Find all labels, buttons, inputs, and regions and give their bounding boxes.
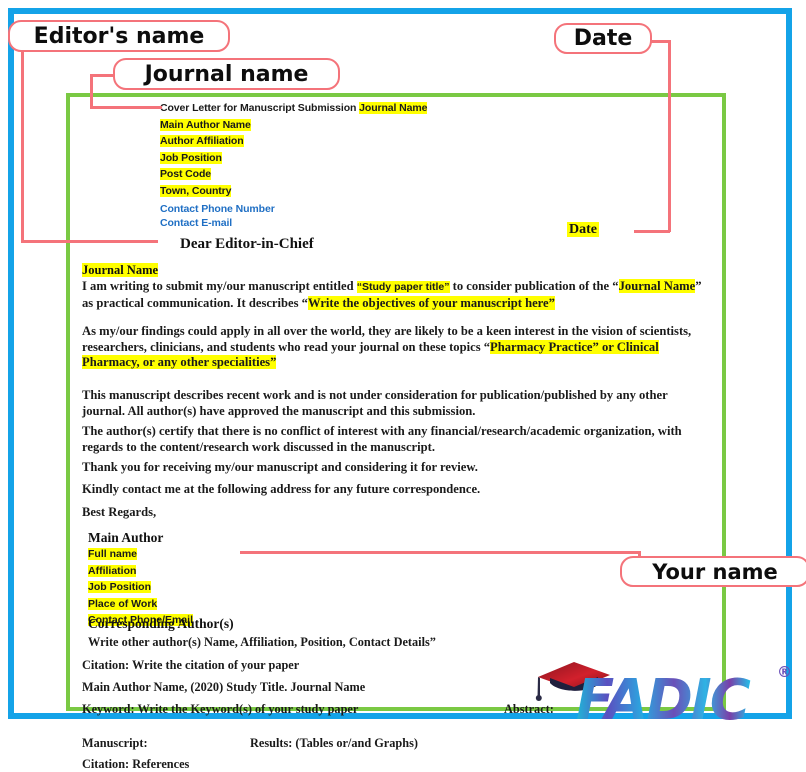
header-line-text: Town, Country — [160, 184, 232, 197]
connector-date-bottom-horizontal — [634, 230, 670, 233]
paragraph-2: As my/our findings could apply in all ov… — [82, 324, 714, 371]
signature-item-affiliation: Affiliation — [88, 563, 193, 580]
header-line-main-author: Main Author Name — [160, 117, 427, 134]
header-line-text: Main Author Name — [160, 118, 251, 131]
header-line-text: Contact E-mail — [160, 217, 233, 229]
connector-journal-name-vertical — [90, 74, 93, 108]
paragraph-6-text: Kindly contact me at the following addre… — [82, 482, 481, 496]
signature-item-text: Affiliation — [88, 564, 137, 577]
footer-manuscript-row: Manuscript: Results: (Tables or/and Grap… — [82, 736, 418, 752]
header-line-email: Contact E-mail — [160, 216, 427, 230]
journal-name-line: Journal Name — [82, 261, 159, 279]
para1-part2: to consider publication of the “ — [449, 279, 619, 293]
header-line-town-country: Town, Country — [160, 183, 427, 200]
connector-your-name-horizontal — [240, 551, 640, 554]
footer-citation-label: Citation: Write the citation of your pap… — [82, 658, 300, 672]
paragraph-3-text: This manuscript describes recent work an… — [82, 388, 668, 418]
footer-keyword-row: Keyword: Write the Keyword(s) of your st… — [82, 702, 554, 718]
header-line-text: Contact Phone Number — [160, 203, 275, 215]
corresponding-authors-block: Corresponding Author(s) Write other auth… — [88, 616, 436, 650]
signature-block: Main Author Full name Affiliation Job Po… — [88, 530, 194, 629]
signature-item-text: Full name — [88, 548, 138, 560]
paragraph-3: This manuscript describes recent work an… — [82, 388, 712, 419]
header-line-post-code: Post Code — [160, 166, 427, 183]
cover-letter-title-line: Cover Letter for Manuscript Submission J… — [160, 100, 427, 117]
callout-editors-name-label: Editor's name — [33, 23, 205, 49]
callout-date-label: Date — [573, 26, 633, 51]
callout-editors-name[interactable]: Editor's name — [8, 20, 230, 52]
salutation: Dear Editor-in-Chief — [180, 236, 314, 252]
connector-date-vertical — [668, 40, 671, 232]
signature-item-text: Place of Work — [88, 597, 158, 610]
para1-objectives-placeholder: Write the objectives of your manuscript … — [307, 295, 555, 310]
header-line-affiliation: Author Affiliation — [160, 133, 427, 150]
date-field-text: Date — [567, 222, 599, 237]
signature-item-job-position: Job Position — [88, 579, 193, 596]
footer-manuscript-label: Manuscript: — [82, 736, 148, 750]
footer-keyword: Keyword: Write the Keyword(s) of your st… — [82, 702, 359, 716]
footer-results-label: Results: (Tables or/and Graphs) — [250, 736, 418, 750]
para1-part1: I am writing to submit my/our manuscript… — [82, 279, 357, 293]
paragraph-5: Thank you for receiving my/our manuscrip… — [82, 460, 702, 476]
paragraph-7-text: Best Regards, — [82, 505, 157, 519]
signature-item-full-name: Full name — [88, 546, 193, 563]
registered-trademark-icon: ® — [777, 663, 792, 681]
cover-letter-title: Cover Letter for Manuscript Submission — [160, 102, 360, 114]
cover-letter-document: Cover Letter for Manuscript Submission J… — [82, 96, 722, 771]
callout-date[interactable]: Date — [554, 23, 652, 54]
paragraph-4: The author(s) certify that there is no c… — [82, 424, 690, 455]
callout-your-name-label: Your name — [652, 559, 778, 584]
connector-editors-name-horizontal — [21, 240, 158, 243]
header-line-text: Post Code — [160, 168, 212, 180]
paragraph-7: Best Regards, — [82, 505, 702, 521]
callout-journal-name[interactable]: Journal name — [113, 58, 340, 90]
para1-journal-name-placeholder: Journal Name — [618, 279, 696, 293]
corresponding-authors-heading: Corresponding Author(s) — [88, 616, 234, 631]
header-line-text: Author Affiliation — [160, 135, 244, 147]
header-line-text: Job Position — [160, 151, 222, 164]
connector-journal-name-bottom — [90, 106, 162, 109]
footer-citation-example: Main Author Name, (2020) Study Title. Jo… — [82, 680, 366, 694]
callout-your-name[interactable]: Your name — [620, 556, 806, 587]
journal-name-line-text: Journal Name — [82, 263, 159, 277]
callout-journal-name-label: Journal name — [144, 61, 309, 87]
letter-header-block: Cover Letter for Manuscript Submission J… — [160, 100, 427, 230]
fadic-wordmark: FADIC — [576, 668, 751, 727]
paragraph-4-text: The author(s) certify that there is no c… — [82, 424, 682, 454]
para1-study-title-placeholder: “Study paper title” — [356, 281, 450, 293]
paragraph-5-text: Thank you for receiving my/our manuscrip… — [82, 460, 478, 474]
header-line-phone: Contact Phone Number — [160, 202, 427, 216]
signature-item-text: Job Position — [88, 581, 151, 593]
header-journal-name: Journal Name — [359, 102, 428, 114]
signature-heading: Main Author — [88, 530, 164, 545]
corresponding-authors-note: Write other author(s) Name, Affiliation,… — [88, 635, 436, 649]
screenshot-canvas: Cover Letter for Manuscript Submission J… — [0, 0, 806, 771]
header-line-job-position: Job Position — [160, 150, 427, 167]
date-field: Date — [567, 220, 599, 238]
paragraph-1: I am writing to submit my/our manuscript… — [82, 279, 709, 311]
footer-block: Citation: Write the citation of your pap… — [82, 658, 554, 772]
signature-item-place-of-work: Place of Work — [88, 596, 193, 613]
footer-references: Citation: References — [82, 757, 190, 771]
connector-editors-name-vertical — [21, 46, 24, 242]
fadic-logo: FADIC ® — [530, 657, 798, 727]
paragraph-6: Kindly contact me at the following addre… — [82, 482, 702, 498]
